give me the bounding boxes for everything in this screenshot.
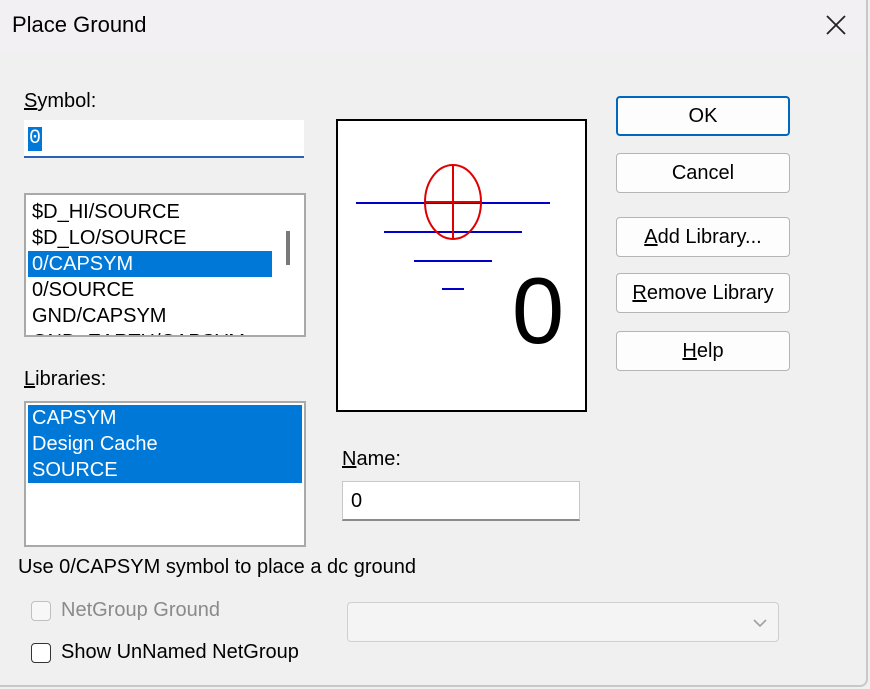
- name-input[interactable]: 0: [342, 481, 580, 521]
- ok-button[interactable]: OK: [616, 96, 790, 136]
- add-library-button[interactable]: Add Library...: [616, 217, 790, 257]
- title-bar: Place Ground: [0, 0, 866, 52]
- libraries-list[interactable]: CAPSYM Design Cache SOURCE: [24, 401, 306, 547]
- cancel-button[interactable]: Cancel: [616, 153, 790, 193]
- show-unnamed-netgroup-label: Show UnNamed NetGroup: [61, 641, 299, 663]
- show-unnamed-netgroup-checkbox[interactable]: [31, 643, 51, 663]
- name-label: Name:: [342, 448, 401, 470]
- list-item[interactable]: $D_LO/SOURCE: [28, 225, 272, 251]
- symbol-input-value: 0: [28, 127, 43, 151]
- list-item[interactable]: 0/SOURCE: [28, 277, 272, 303]
- symbol-list[interactable]: $D_HI/SOURCE $D_LO/SOURCE 0/CAPSYM 0/SOU…: [24, 193, 306, 337]
- list-item-selected[interactable]: 0/CAPSYM: [28, 251, 272, 277]
- close-icon: [826, 15, 846, 35]
- status-message: Use 0/CAPSYM symbol to place a dc ground: [18, 556, 416, 578]
- chevron-down-icon: [753, 619, 767, 628]
- ground-symbol-preview: 0: [356, 164, 564, 363]
- list-item[interactable]: GND/CAPSYM: [28, 303, 272, 329]
- libraries-label: Libraries:: [24, 368, 107, 390]
- library-item[interactable]: Design Cache: [28, 431, 302, 457]
- netgroup-combo[interactable]: [347, 602, 779, 642]
- remove-library-button[interactable]: Remove Library: [616, 273, 790, 313]
- symbol-input[interactable]: 0: [24, 120, 304, 158]
- library-item[interactable]: CAPSYM: [28, 405, 302, 431]
- list-item[interactable]: $D_HI/SOURCE: [28, 199, 272, 225]
- list-item[interactable]: GND_EARTH/CAPSYM: [28, 329, 272, 335]
- dialog-title: Place Ground: [12, 12, 147, 37]
- list-scrollbar-thumb[interactable]: [286, 231, 290, 265]
- close-button[interactable]: [812, 4, 860, 46]
- preview-net-name: 0: [512, 258, 564, 363]
- library-item[interactable]: SOURCE: [28, 457, 302, 483]
- symbol-preview: 0: [336, 119, 587, 412]
- netgroup-ground-label: NetGroup Ground: [61, 599, 220, 621]
- netgroup-ground-checkbox[interactable]: [31, 601, 51, 621]
- symbol-label: Symbol:: [24, 90, 97, 112]
- place-ground-dialog: Place Ground Symbol: 0 $D_HI/SOURCE $D_L…: [0, 0, 868, 687]
- help-button[interactable]: Help: [616, 331, 790, 371]
